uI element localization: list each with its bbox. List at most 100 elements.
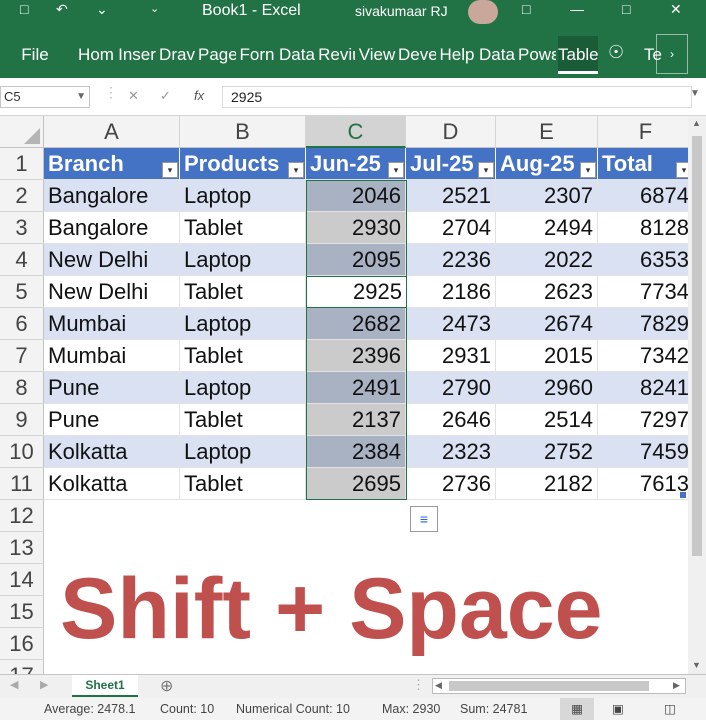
table-cell[interactable]: Mumbai [44,340,180,372]
row-header-11[interactable]: 11 [0,468,44,500]
quick-analysis-icon[interactable]: ≡ [410,506,438,532]
column-header-f[interactable]: F [598,116,688,148]
status-numerical-count[interactable]: Numerical Count: 10 [236,698,350,720]
table-cell[interactable]: 2695 [306,468,406,500]
table-cell[interactable]: 2931 [406,340,496,372]
redo-icon[interactable]: ⌄ [96,0,108,22]
scroll-left-icon[interactable]: ◀ [435,680,442,691]
table-cell[interactable]: Pune [44,404,180,436]
table-cell[interactable]: 2736 [406,468,496,500]
row-header-4[interactable]: 4 [0,244,44,276]
filter-dropdown-icon[interactable]: ▾ [288,162,304,178]
table-cell[interactable]: 2137 [306,404,406,436]
table-cell[interactable]: Tablet [180,468,306,500]
table-cell[interactable]: 2384 [306,436,406,468]
formula-input[interactable]: 2925 [222,86,692,108]
table-cell[interactable]: 7734 [598,276,688,308]
page-layout-view-icon[interactable]: ▣ [612,698,624,720]
status-sum[interactable]: Sum: 24781 [460,698,527,720]
row-header-9[interactable]: 9 [0,404,44,436]
table-cell[interactable]: 7829 [598,308,688,340]
fx-icon[interactable]: fx [194,86,204,106]
row-header-14[interactable]: 14 [0,564,44,596]
table-cell[interactable]: 2046 [306,180,406,212]
table-cell[interactable]: Laptop [180,308,306,340]
row-header-2[interactable]: 2 [0,180,44,212]
status-average[interactable]: Average: 2478.1 [44,698,136,720]
expand-formula-icon[interactable]: ▼ [690,88,700,99]
table-header-cell[interactable]: Total [598,148,688,180]
row-header-1[interactable]: 1 [0,148,44,180]
status-max[interactable]: Max: 2930 [382,698,440,720]
filter-dropdown-icon[interactable]: ▾ [162,162,178,178]
table-cell[interactable]: Tablet [180,404,306,436]
table-cell[interactable]: Mumbai [44,308,180,340]
table-cell[interactable]: Kolkatta [44,436,180,468]
scroll-thumb[interactable] [692,136,702,556]
ribbon-tab-4[interactable]: Page [198,36,236,74]
horizontal-scrollbar[interactable]: ◀ ▶ [432,678,686,694]
column-header-b[interactable]: B [180,116,306,148]
customize-qat-icon[interactable]: ⌄ [150,0,159,22]
vertical-scrollbar[interactable]: ▲ ▼ [688,116,706,674]
table-header-cell[interactable]: Branch [44,148,180,180]
filter-dropdown-icon[interactable]: ▾ [478,162,494,178]
save-icon[interactable]: □ [20,0,28,22]
column-header-d[interactable]: D [406,116,496,148]
table-cell[interactable]: 2752 [496,436,598,468]
maximize-icon[interactable]: □ [622,0,630,22]
row-header-16[interactable]: 16 [0,628,44,660]
table-cell[interactable]: 8128 [598,212,688,244]
ribbon-tab-13[interactable]: Table [558,36,598,74]
tab-split-icon[interactable]: ⋮ [412,677,425,693]
ribbon-tab-6[interactable]: Data [278,36,316,74]
table-resize-handle[interactable] [680,492,686,498]
table-cell[interactable]: 8241 [598,372,688,404]
table-cell[interactable]: New Delhi [44,276,180,308]
table-cell[interactable]: Bangalore [44,212,180,244]
ribbon-tab-1[interactable]: Hom [76,36,116,74]
table-cell[interactable]: 2521 [406,180,496,212]
table-cell[interactable]: 2704 [406,212,496,244]
table-cell[interactable]: 2930 [306,212,406,244]
chevron-down-icon[interactable]: ▼ [76,87,86,107]
row-header-5[interactable]: 5 [0,276,44,308]
table-cell[interactable]: 2473 [406,308,496,340]
table-cell[interactable]: Laptop [180,372,306,404]
table-cell[interactable]: 2960 [496,372,598,404]
table-cell[interactable]: Laptop [180,180,306,212]
ribbon-tab-5[interactable]: Forn [238,36,276,74]
table-cell[interactable]: Pune [44,372,180,404]
avatar[interactable] [468,0,498,24]
table-cell[interactable]: 2514 [496,404,598,436]
table-cell[interactable]: Tablet [180,340,306,372]
row-header-13[interactable]: 13 [0,532,44,564]
ribbon-tab-2[interactable]: Inser [118,36,156,74]
ribbon-scroll-icon[interactable]: › [656,34,688,74]
filter-dropdown-icon[interactable]: ▾ [676,162,688,178]
page-break-view-icon[interactable]: ◫ [664,698,676,720]
row-header-12[interactable]: 12 [0,500,44,532]
add-sheet-icon[interactable]: ⊕ [160,676,173,696]
table-cell[interactable]: Bangalore [44,180,180,212]
table-cell[interactable]: 7297 [598,404,688,436]
enter-icon[interactable]: ✓ [160,86,171,106]
ribbon-tab-7[interactable]: Reviι [318,36,356,74]
hscroll-thumb[interactable] [449,681,649,691]
table-cell[interactable]: 2323 [406,436,496,468]
table-cell[interactable]: 2674 [496,308,598,340]
normal-view-icon[interactable]: ▦ [560,698,594,720]
table-cell[interactable]: 2186 [406,276,496,308]
row-header-6[interactable]: 6 [0,308,44,340]
row-header-15[interactable]: 15 [0,596,44,628]
prev-sheet-icon[interactable]: ◀ [10,678,18,691]
table-cell[interactable]: 2015 [496,340,598,372]
table-cell[interactable]: 2307 [496,180,598,212]
next-sheet-icon[interactable]: ▶ [40,678,48,691]
table-cell[interactable]: 2396 [306,340,406,372]
table-cell[interactable]: 2236 [406,244,496,276]
name-box[interactable]: C5 ▼ [0,86,90,108]
ribbon-tab-9[interactable]: Deve [398,36,436,74]
table-cell[interactable]: 7613 [598,468,688,500]
table-cell[interactable]: 2095 [306,244,406,276]
